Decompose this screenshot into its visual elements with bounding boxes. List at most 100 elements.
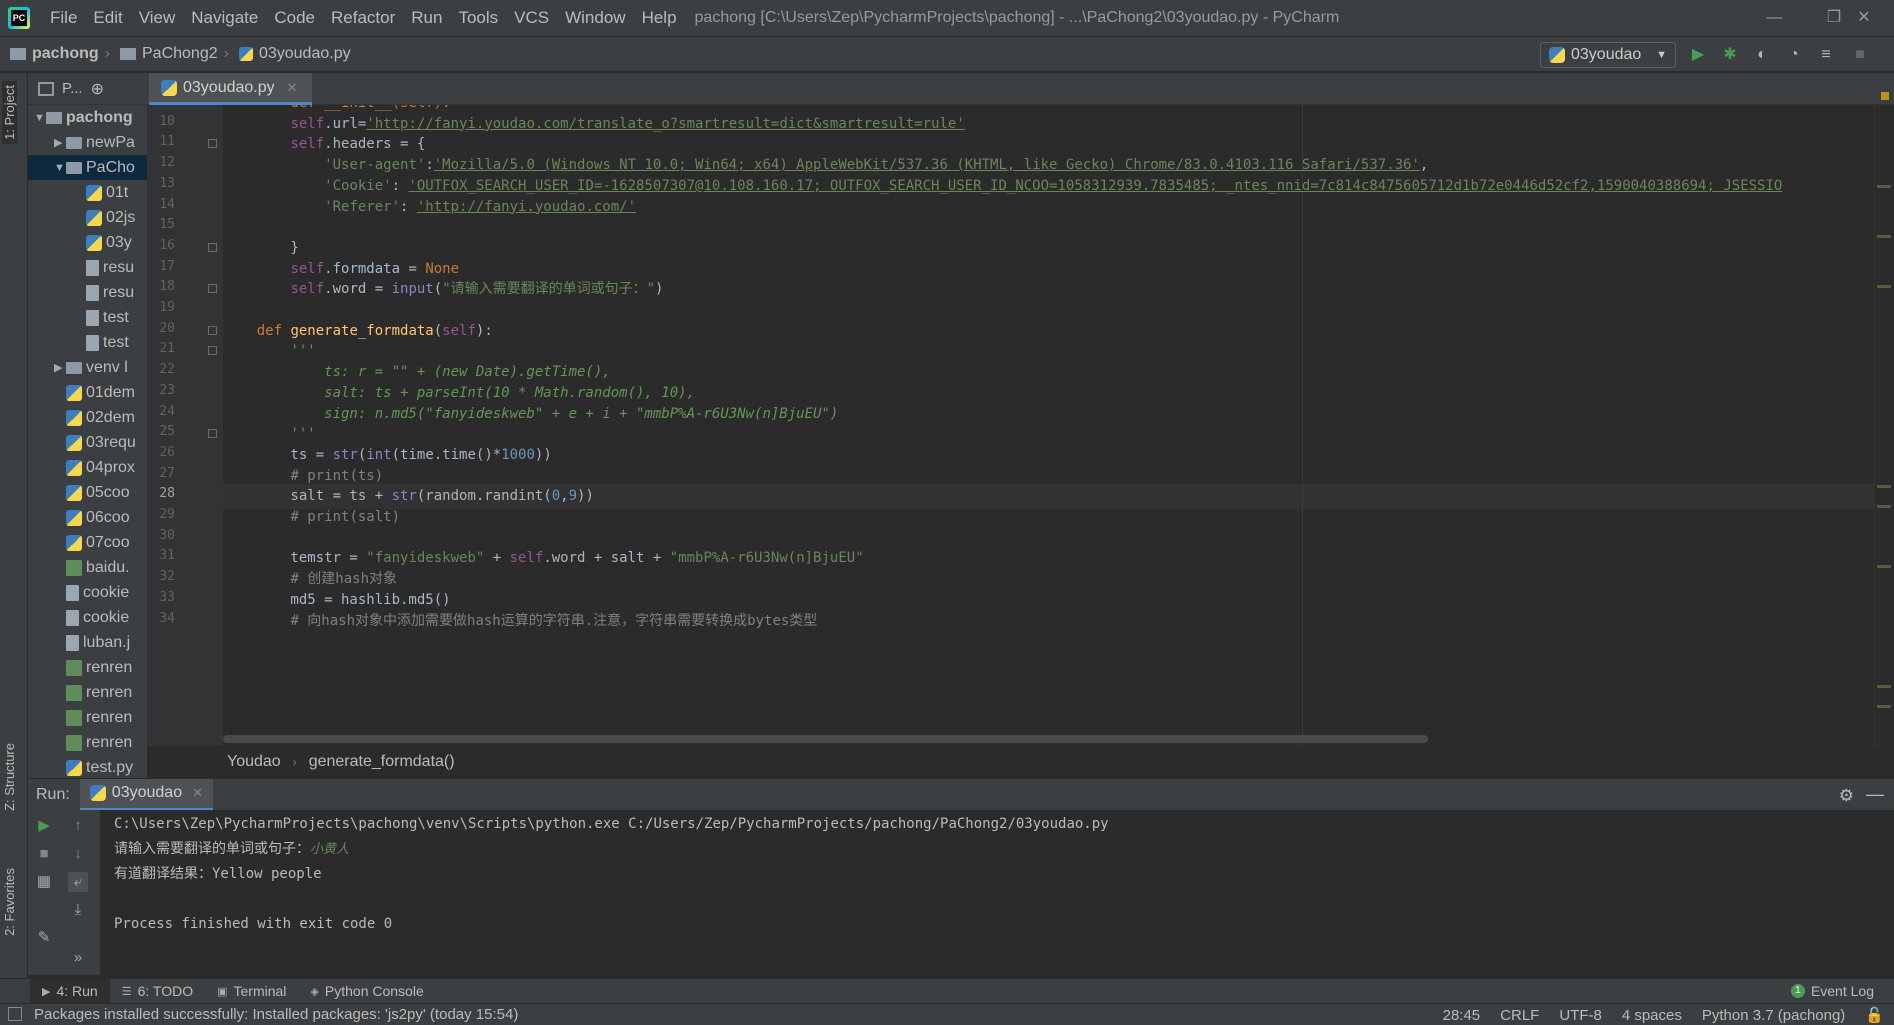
tool-tab-python-console[interactable]: ◈ Python Console: [298, 979, 435, 1004]
menu-run[interactable]: Run: [403, 8, 450, 28]
file-encoding[interactable]: UTF-8: [1559, 1007, 1602, 1024]
tree-item[interactable]: cookie: [28, 580, 147, 605]
editor-tab-03youdao[interactable]: 03youdao.py ✕: [149, 73, 312, 105]
project-panel-title[interactable]: P...: [62, 80, 83, 97]
gear-icon[interactable]: ⚙: [1839, 786, 1854, 806]
menu-edit[interactable]: Edit: [85, 8, 130, 28]
profile-icon[interactable]: ◔: [1784, 45, 1804, 65]
pin-icon[interactable]: ✎: [34, 928, 54, 948]
tool-windows-toggle-icon[interactable]: [8, 1007, 22, 1021]
line-separator[interactable]: CRLF: [1500, 1007, 1539, 1024]
menu-refactor[interactable]: Refactor: [323, 8, 403, 28]
breadcrumb-method[interactable]: generate_formdata(): [309, 753, 455, 771]
tree-item[interactable]: 02js: [28, 205, 147, 230]
down-arrow-icon[interactable]: ↓: [68, 844, 88, 864]
fold-marker-icon[interactable]: [208, 242, 217, 252]
tree-item[interactable]: 07coo: [28, 530, 147, 555]
menu-file[interactable]: File: [42, 8, 85, 28]
menu-help[interactable]: Help: [634, 8, 685, 28]
breadcrumb-folder[interactable]: PaChong2 ›: [110, 45, 229, 63]
run-configuration-select[interactable]: 03youdao ▼: [1540, 42, 1676, 68]
tree-item[interactable]: renren: [28, 705, 147, 730]
tree-item[interactable]: 03requ: [28, 430, 147, 455]
caret-position[interactable]: 28:45: [1443, 1007, 1481, 1024]
indent-setting[interactable]: 4 spaces: [1622, 1007, 1682, 1024]
warning-stripe-mark[interactable]: [1877, 705, 1891, 708]
fold-marker-icon[interactable]: [208, 429, 217, 439]
warning-stripe-mark[interactable]: [1877, 485, 1891, 488]
tree-item[interactable]: 01dem: [28, 380, 147, 405]
run-tab-03youdao[interactable]: 03youdao ✕: [79, 778, 213, 811]
tree-item[interactable]: 01t: [28, 180, 147, 205]
menu-window[interactable]: Window: [557, 8, 633, 28]
crosshair-icon[interactable]: ⊕: [91, 79, 104, 99]
expand-down-icon[interactable]: ▼: [34, 112, 46, 124]
tool-tab-todo[interactable]: ☰ 6: TODO: [110, 979, 205, 1004]
tree-item[interactable]: 04prox: [28, 455, 147, 480]
event-log-button[interactable]: 1 Event Log: [1790, 983, 1874, 999]
tree-item[interactable]: 06coo: [28, 505, 147, 530]
tool-tab-favorites[interactable]: 2: Favorites: [2, 868, 17, 936]
warning-stripe-mark[interactable]: [1877, 185, 1891, 188]
up-arrow-icon[interactable]: ↑: [68, 816, 88, 836]
close-window-button[interactable]: ✕: [1834, 0, 1894, 36]
scroll-to-end-icon[interactable]: ⤓: [68, 900, 88, 920]
menu-vcs[interactable]: VCS: [506, 8, 557, 28]
run-icon[interactable]: ▶: [1688, 45, 1708, 65]
tree-item[interactable]: ▶ newPa: [28, 130, 147, 155]
lock-icon[interactable]: 🔓: [1865, 1006, 1884, 1024]
tree-item[interactable]: cookie: [28, 605, 147, 630]
layout-icon[interactable]: ▦: [34, 872, 54, 892]
python-interpreter[interactable]: Python 3.7 (pachong): [1702, 1007, 1845, 1024]
fold-marker-icon[interactable]: [208, 284, 217, 294]
tree-item[interactable]: resu: [28, 255, 147, 280]
code-editor[interactable]: def __init__(self): self.url='http://fan…: [223, 105, 1874, 745]
more-icon[interactable]: »: [68, 948, 88, 968]
fold-marker-icon[interactable]: [208, 325, 217, 335]
tool-tab-structure[interactable]: Z: Structure: [2, 743, 17, 811]
tree-item[interactable]: renren: [28, 655, 147, 680]
tree-item[interactable]: 03y: [28, 230, 147, 255]
tree-item[interactable]: luban.j: [28, 630, 147, 655]
menu-tools[interactable]: Tools: [450, 8, 506, 28]
fold-marker-icon[interactable]: [208, 139, 217, 149]
warning-stripe-mark[interactable]: [1877, 685, 1891, 688]
tree-item[interactable]: test: [28, 330, 147, 355]
breadcrumb-class[interactable]: Youdao: [227, 753, 281, 771]
tool-tab-project[interactable]: 1: Project: [2, 81, 17, 144]
tree-item[interactable]: baidu.: [28, 555, 147, 580]
tree-item[interactable]: ▼ pachong: [28, 105, 147, 130]
run-with-coverage-icon[interactable]: ◐: [1752, 45, 1772, 65]
debug-icon[interactable]: ✱: [1720, 45, 1740, 65]
tree-item[interactable]: ▼ PaCho: [28, 155, 147, 180]
tree-item[interactable]: resu: [28, 280, 147, 305]
menu-view[interactable]: View: [131, 8, 184, 28]
fold-marker-icon[interactable]: [208, 346, 217, 356]
tree-item[interactable]: renren: [28, 730, 147, 755]
horizontal-scrollbar[interactable]: [223, 735, 1428, 743]
warning-stripe-mark[interactable]: [1877, 285, 1891, 288]
tree-item[interactable]: test: [28, 305, 147, 330]
warning-stripe-mark[interactable]: [1877, 565, 1891, 568]
breadcrumb-file[interactable]: 03youdao.py: [229, 45, 351, 63]
tree-item[interactable]: renren: [28, 680, 147, 705]
tree-item[interactable]: ▶ venv l: [28, 355, 147, 380]
tree-item[interactable]: 02dem: [28, 405, 147, 430]
warning-stripe-mark[interactable]: [1877, 235, 1891, 238]
expand-right-icon[interactable]: ▶: [54, 361, 66, 374]
concurrency-diagram-icon[interactable]: ≡: [1816, 45, 1836, 65]
inspection-status-icon[interactable]: [1881, 92, 1889, 100]
vertical-scrollbar[interactable]: [1874, 105, 1894, 745]
tool-tab-run[interactable]: ▶ 4: Run: [30, 978, 110, 1004]
close-tab-icon[interactable]: ✕: [287, 80, 298, 96]
close-tab-icon[interactable]: ✕: [192, 785, 203, 801]
expand-right-icon[interactable]: ▶: [54, 136, 66, 149]
tree-item[interactable]: test.py: [28, 755, 147, 778]
rerun-icon[interactable]: ▶: [34, 816, 54, 836]
minimize-panel-icon[interactable]: —: [1866, 784, 1884, 805]
minimize-window-button[interactable]: —: [1744, 0, 1804, 36]
tree-item[interactable]: 05coo: [28, 480, 147, 505]
status-message[interactable]: Packages installed successfully: Install…: [34, 1006, 518, 1023]
menu-code[interactable]: Code: [266, 8, 323, 28]
tool-tab-terminal[interactable]: ▣ Terminal: [205, 979, 298, 1004]
